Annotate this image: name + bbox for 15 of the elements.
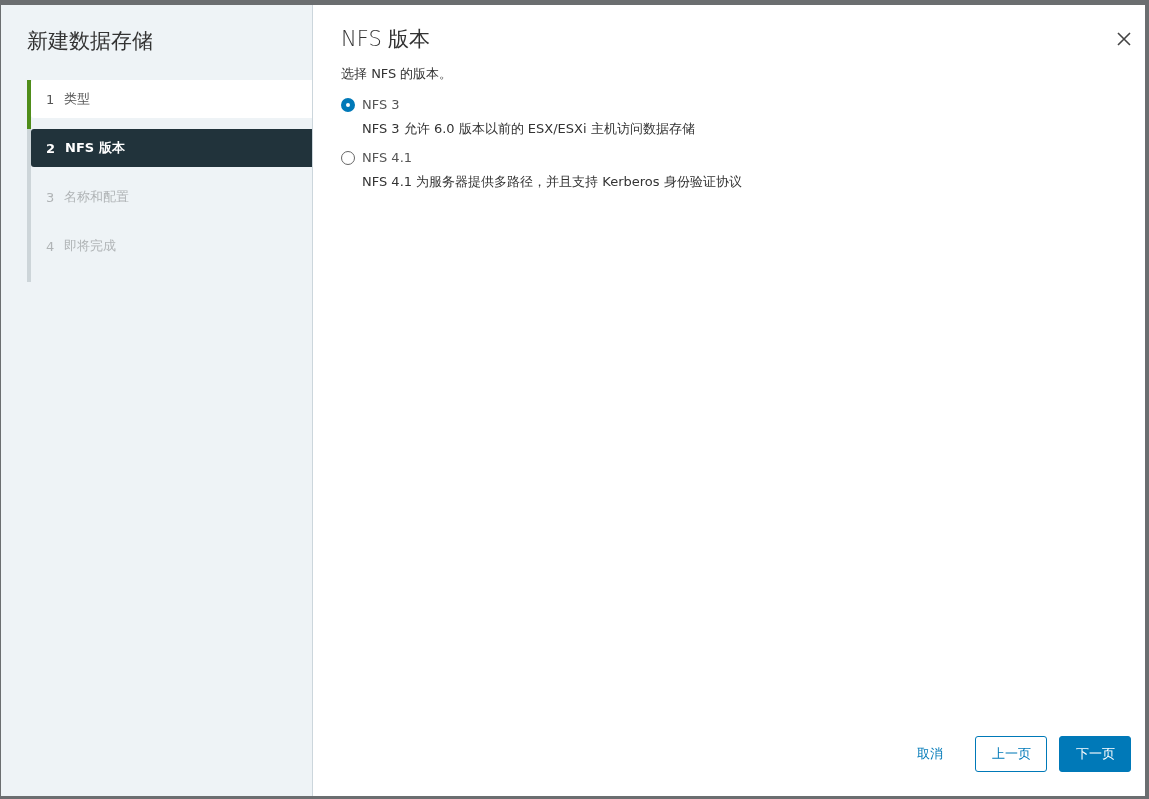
instruction-text: 选择 NFS 的版本。	[341, 65, 453, 83]
back-button[interactable]: 上一页	[975, 736, 1047, 772]
option-label[interactable]: NFS 3	[362, 97, 400, 112]
dialog-title: 新建数据存储	[27, 28, 153, 55]
close-icon[interactable]	[1117, 32, 1131, 46]
wizard-step[interactable]: 2 NFS 版本	[31, 129, 312, 167]
next-button[interactable]: 下一页	[1059, 736, 1131, 772]
cancel-button[interactable]: 取消	[909, 736, 951, 772]
radio-button[interactable]	[341, 97, 355, 112]
radio-button[interactable]	[341, 150, 355, 165]
option-description: NFS 3 允许 6.0 版本以前的 ESX/ESXi 主机访问数据存储	[362, 120, 695, 138]
option-label[interactable]: NFS 4.1	[362, 150, 413, 165]
page-title: NFS 版本	[341, 26, 431, 53]
option-description: NFS 4.1 为服务器提供多路径，并且支持 Kerberos 身份验证协议	[362, 173, 742, 191]
wizard-step[interactable]: 1 类型	[31, 80, 312, 118]
